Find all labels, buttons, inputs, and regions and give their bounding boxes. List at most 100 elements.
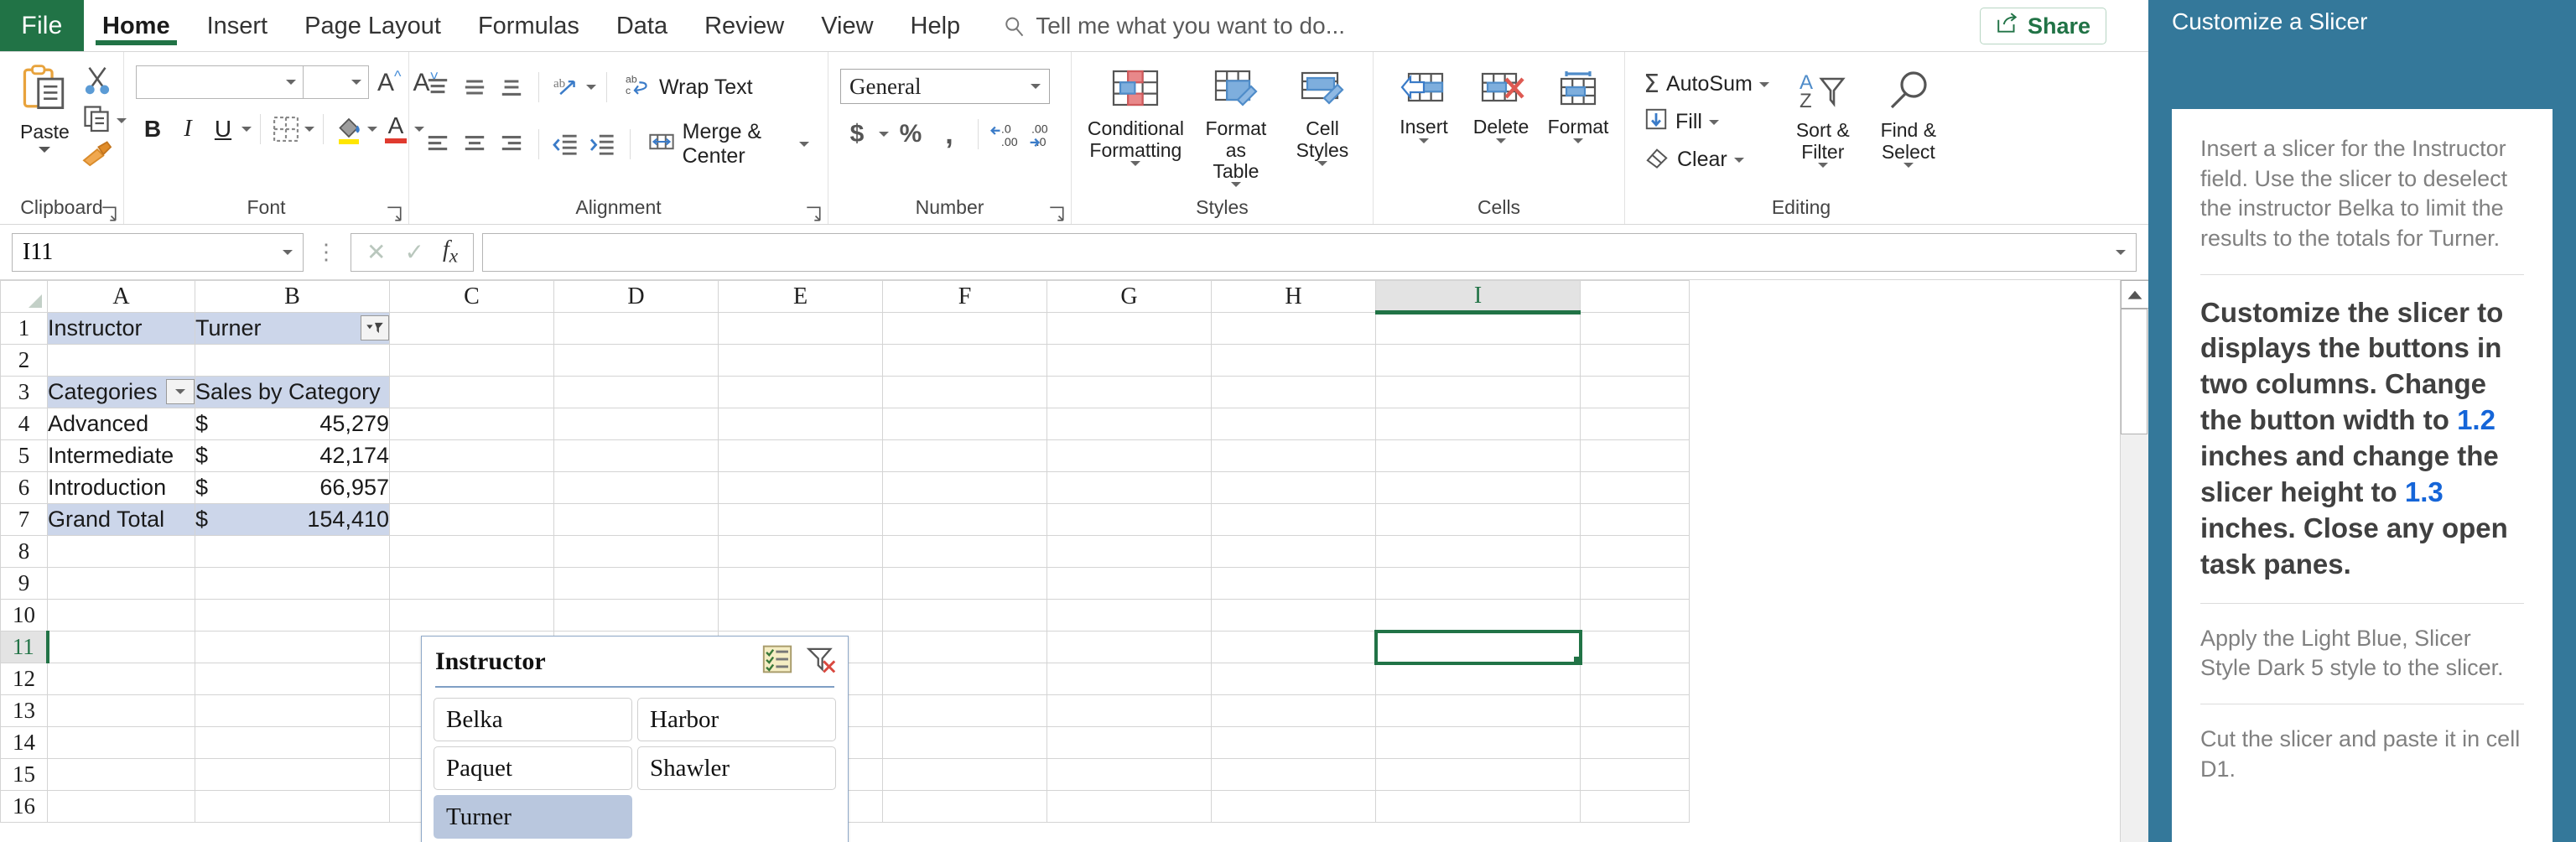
cell-G3[interactable] [1046,376,1212,408]
cell-I11[interactable] [1374,629,1582,665]
cell-I8[interactable] [1375,535,1581,568]
cell-E10[interactable] [718,599,883,632]
chevron-down-icon[interactable] [799,142,809,147]
borders-icon[interactable] [269,111,303,148]
cell-E1[interactable] [718,312,883,345]
chevron-down-icon[interactable] [1419,138,1429,143]
cell-B13[interactable] [195,694,390,727]
cell-G14[interactable] [1046,726,1212,759]
cell-H5[interactable] [1211,439,1376,472]
row-header-8[interactable]: 8 [0,535,48,568]
cell-F12[interactable] [882,663,1047,695]
cell-J1[interactable] [1580,312,1690,345]
align-center-icon[interactable] [458,126,491,163]
cell-J5[interactable] [1580,439,1690,472]
cell-B1[interactable]: Turner [195,312,390,345]
paste-button[interactable]: Paste [12,60,78,156]
cell-G7[interactable] [1046,503,1212,536]
cell-F6[interactable] [882,471,1047,504]
chevron-down-icon[interactable] [1573,138,1583,143]
cell-G4[interactable] [1046,408,1212,440]
cell-H8[interactable] [1211,535,1376,568]
cell-J7[interactable] [1580,503,1690,536]
row-header-13[interactable]: 13 [0,694,48,727]
cell-styles-button[interactable]: Cell Styles [1284,64,1361,169]
cell-C3[interactable] [389,376,554,408]
cell-E5[interactable] [718,439,883,472]
cell-A2[interactable] [47,344,195,377]
tab-page-layout[interactable]: Page Layout [286,0,460,52]
cell-F13[interactable] [882,694,1047,727]
cell-A14[interactable] [47,726,195,759]
cell-B14[interactable] [195,726,390,759]
row-header-10[interactable]: 10 [0,599,48,632]
cell-C9[interactable] [389,567,554,600]
cell-F14[interactable] [882,726,1047,759]
tab-home[interactable]: Home [84,0,189,52]
name-box[interactable]: I11 [12,232,304,272]
delete-cells-button[interactable]: Delete [1462,67,1540,147]
cell-I16[interactable] [1375,790,1581,823]
cell-D10[interactable] [553,599,719,632]
column-header-b[interactable]: B [195,280,390,313]
column-header-c[interactable]: C [389,280,554,313]
underline-button[interactable]: U [206,111,240,148]
comma-format-button[interactable]: , [932,116,966,153]
increase-font-size-button[interactable]: A^ [374,68,404,97]
font-color-icon[interactable]: A [379,111,413,148]
cell-B16[interactable] [195,790,390,823]
multi-select-icon[interactable] [762,645,792,678]
cell-B4[interactable]: $45,279 [195,408,390,440]
cell-F4[interactable] [882,408,1047,440]
cell-F3[interactable] [882,376,1047,408]
cell-E3[interactable] [718,376,883,408]
cell-B11[interactable] [195,631,390,663]
cell-A6[interactable]: Introduction [47,471,195,504]
tab-data[interactable]: Data [598,0,686,52]
cell-A9[interactable] [47,567,195,600]
fx-icon[interactable]: fx [443,236,458,268]
cell-F10[interactable] [882,599,1047,632]
cell-A16[interactable] [47,790,195,823]
cell-F15[interactable] [882,758,1047,791]
chevron-down-icon[interactable] [1130,160,1141,166]
cell-A4[interactable]: Advanced [47,408,195,440]
align-bottom-icon[interactable] [495,69,528,106]
row-header-2[interactable]: 2 [0,344,48,377]
row-header-14[interactable]: 14 [0,726,48,759]
chevron-down-icon[interactable] [351,80,361,85]
cell-B9[interactable] [195,567,390,600]
select-all-corner[interactable] [0,280,48,313]
chevron-down-icon[interactable] [283,249,293,255]
cell-I3[interactable] [1375,376,1581,408]
orientation-icon[interactable]: ab [549,69,583,106]
chevron-down-icon[interactable] [1758,81,1769,87]
cell-H10[interactable] [1211,599,1376,632]
cell-B8[interactable] [195,535,390,568]
chevron-down-icon[interactable] [1733,157,1744,163]
cell-J2[interactable] [1580,344,1690,377]
cell-D9[interactable] [553,567,719,600]
scroll-up-icon[interactable] [2121,280,2148,309]
cell-F7[interactable] [882,503,1047,536]
fill-color-icon[interactable] [332,111,366,148]
cell-H9[interactable] [1211,567,1376,600]
cell-F8[interactable] [882,535,1047,568]
chevron-down-icon[interactable] [1031,84,1041,89]
chevron-down-icon[interactable] [1317,160,1327,166]
format-as-table-button[interactable]: Format as Table [1188,64,1284,190]
chevron-down-icon[interactable] [2116,249,2126,255]
cell-B6[interactable]: $66,957 [195,471,390,504]
cell-E2[interactable] [718,344,883,377]
cell-J6[interactable] [1580,471,1690,504]
cell-H13[interactable] [1211,694,1376,727]
chevron-down-icon[interactable] [1496,138,1506,143]
cell-J3[interactable] [1580,376,1690,408]
cell-C7[interactable] [389,503,554,536]
fill-button[interactable]: Fill [1637,105,1776,139]
cell-I12[interactable] [1375,663,1581,695]
cell-D2[interactable] [553,344,719,377]
cell-I1[interactable] [1375,312,1581,345]
vertical-scrollbar[interactable] [2120,280,2148,842]
cell-C6[interactable] [389,471,554,504]
